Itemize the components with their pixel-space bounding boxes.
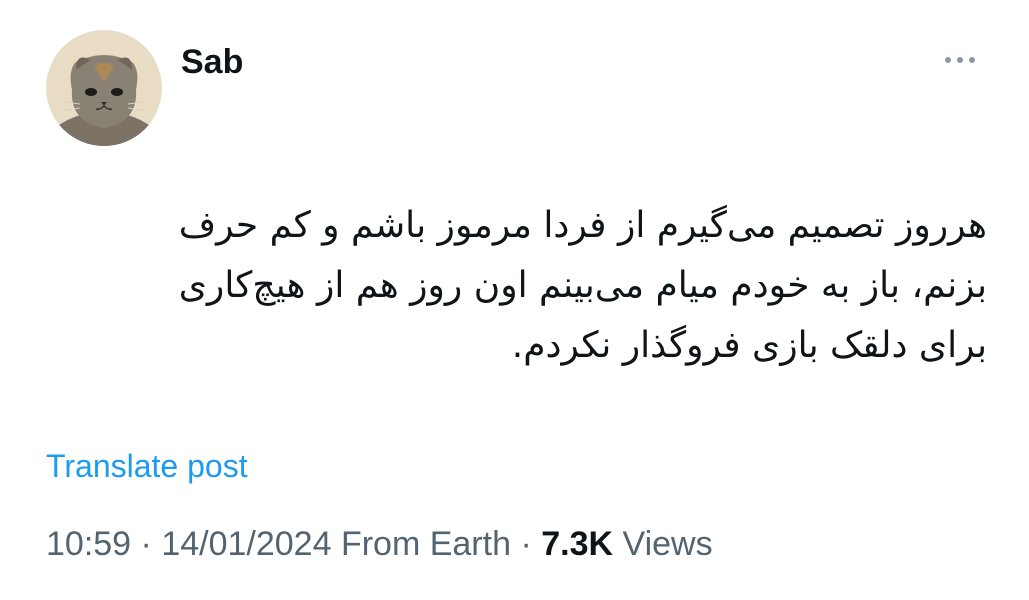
meta-separator: · (140, 525, 152, 563)
post-source: From Earth (340, 525, 511, 563)
views-count[interactable]: 7.3K (541, 525, 613, 563)
cat-avatar-icon (46, 30, 162, 146)
views-label[interactable]: Views (623, 525, 713, 563)
post-text-line: هرروز تصمیم می‌گیرم از فردا مرموز باشم و… (178, 205, 987, 246)
post-text-line: بزنم، باز به خودم میام می‌بینم اون روز ه… (178, 265, 987, 306)
post-text-line: برای دلقک بازی فروگذار نکردم. (511, 325, 987, 366)
post-time[interactable]: 10:59 (46, 525, 131, 563)
post-metadata: 10:59 · 14/01/2024 From Earth · 7.3K Vie… (46, 520, 713, 568)
post-date[interactable]: 14/01/2024 (161, 525, 331, 563)
ellipsis-icon (945, 57, 975, 63)
meta-separator: · (520, 525, 532, 563)
avatar[interactable] (46, 30, 162, 146)
post: Sab هرروز تصمیم می‌گیرم از فردا مرموز با… (0, 0, 1029, 600)
post-text: هرروز تصمیم می‌گیرم از فردا مرموز باشم و… (100, 196, 987, 376)
translate-post-link[interactable]: Translate post (46, 444, 248, 488)
author-name[interactable]: Sab (181, 40, 243, 84)
more-options-button[interactable] (940, 44, 984, 76)
